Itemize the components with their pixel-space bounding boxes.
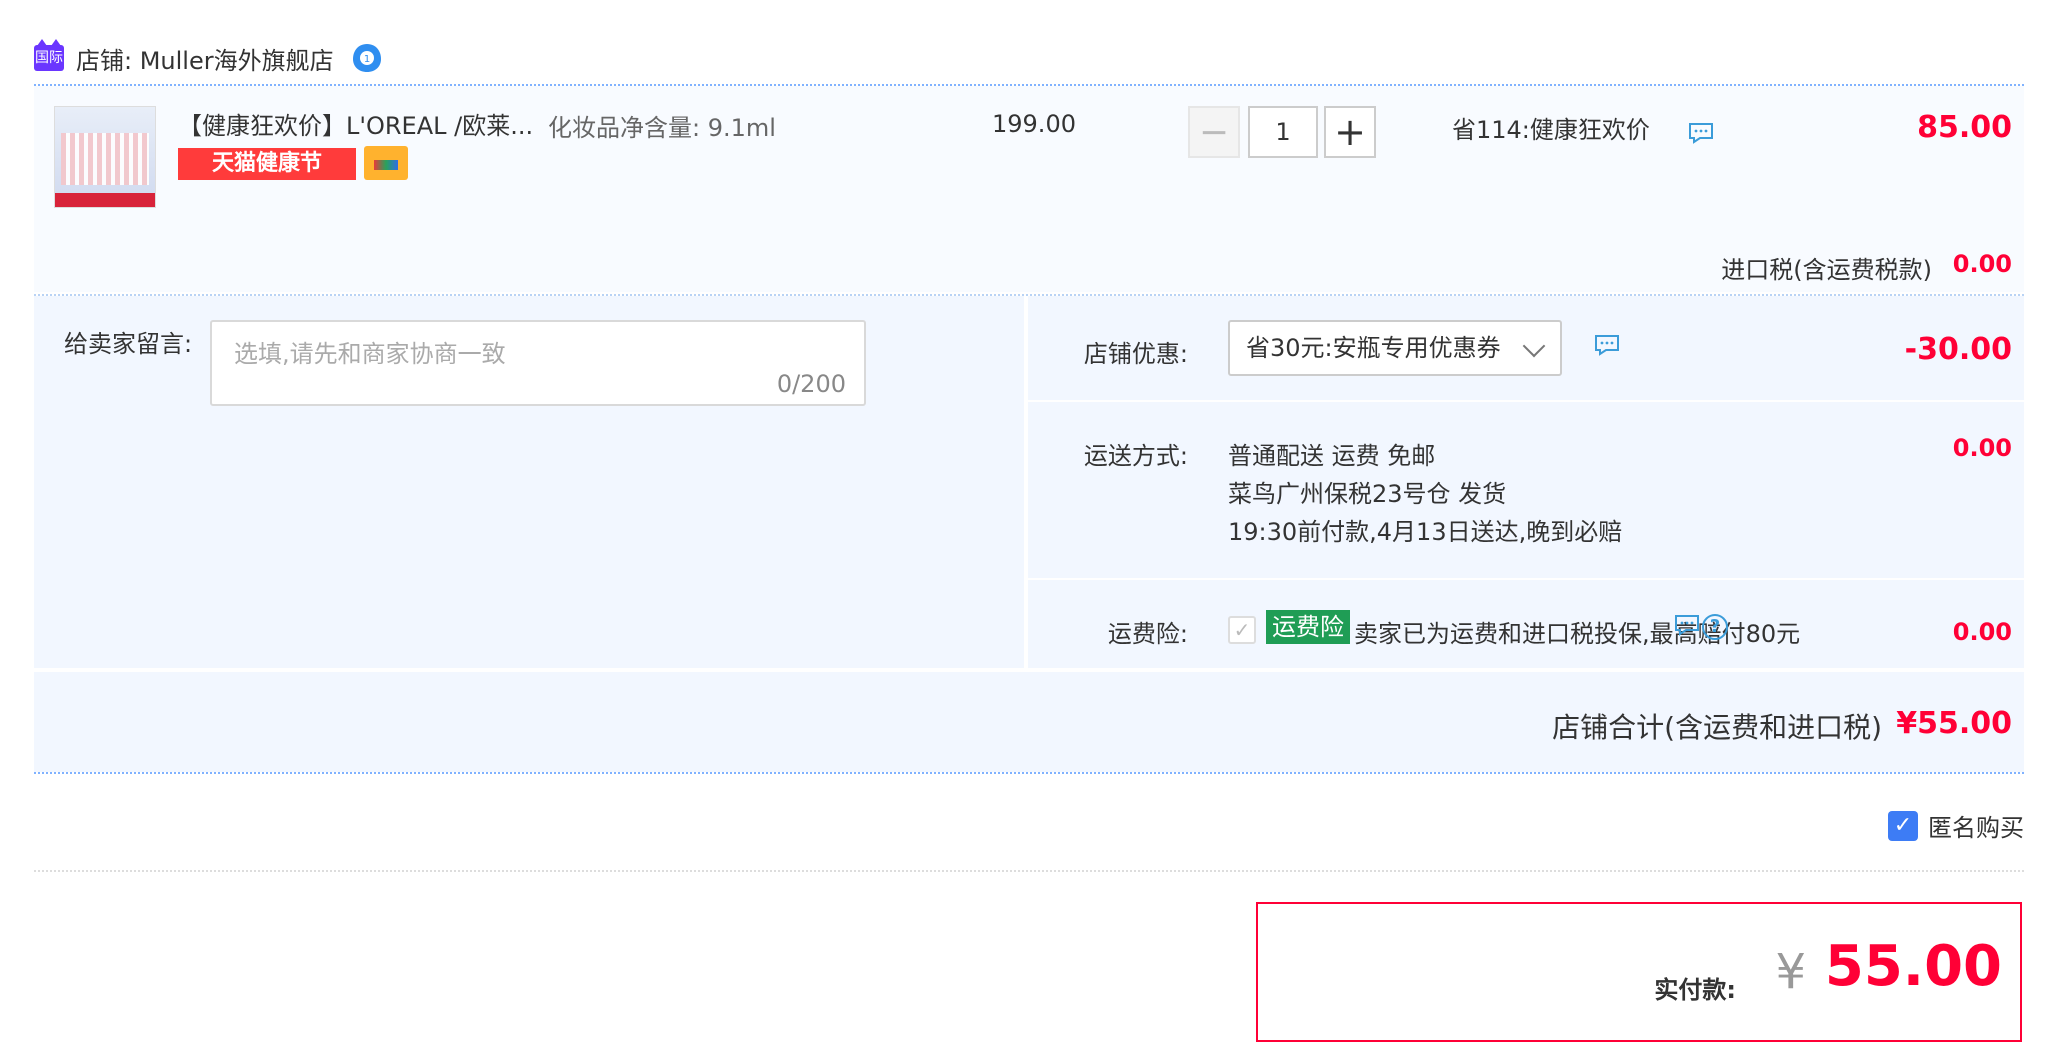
product-image-vials <box>61 133 149 185</box>
payment-label: 实付款: <box>1654 976 1736 1004</box>
promotion-message-icon[interactable] <box>1688 122 1714 144</box>
order-options-panel: 店铺优惠: 省30元:安瓶专用优惠券 -30.00 运送方式: 普通配送 运费 … <box>1024 296 2024 668</box>
quantity-increase-button[interactable]: + <box>1324 106 1376 158</box>
seller-message-placeholder: 选填,请先和商家协商一致 <box>234 340 506 368</box>
shipping-label: 运送方式: <box>1083 442 1188 470</box>
shop-total-label: 店铺合计(含运费和进口税) <box>1552 711 1882 744</box>
quantity-decrease-button[interactable]: − <box>1188 106 1240 158</box>
credit-card-icon <box>364 146 408 180</box>
shop-total-row: 店铺合计(含运费和进口税) ¥55.00 <box>34 672 2024 772</box>
shop-total-divider <box>34 772 2024 774</box>
shipping-warehouse: 菜鸟广州保税23号仓 发货 <box>1228 480 1507 508</box>
chevron-down-icon <box>1522 334 1546 358</box>
coupon-label: 店铺优惠: <box>1083 340 1188 368</box>
seller-message-char-count: 0/200 <box>776 370 846 398</box>
chat-wangwang-icon[interactable]: 1 <box>350 41 384 75</box>
seller-message-label: 给卖家留言: <box>64 330 193 358</box>
product-thumbnail[interactable] <box>54 106 156 208</box>
tmall-health-festival-tag: 天猫健康节 <box>178 148 356 180</box>
payment-amount: 55.00 <box>1824 934 2002 999</box>
anonymous-purchase-option[interactable]: ✓ 匿名购买 <box>1888 808 2024 843</box>
seller-message-input[interactable]: 选填,请先和商家协商一致 0/200 <box>210 320 866 406</box>
insurance-fee-value: 0.00 <box>1952 618 2012 646</box>
import-tax-value: 0.00 <box>1952 250 2012 278</box>
coupon-selected-value: 省30元:安瓶专用优惠券 <box>1246 334 1501 362</box>
coupon-select[interactable]: 省30元:安瓶专用优惠券 <box>1228 320 1562 376</box>
product-row: 【健康狂欢价】L'OREAL /欧莱... 化妆品净含量: 9.1ml 天猫健康… <box>34 86 2024 292</box>
shop-name[interactable]: 店铺: Muller海外旗舰店 <box>76 41 334 76</box>
international-badge-icon: 国际 <box>34 39 64 71</box>
shop-header: 国际 店铺: Muller海外旗舰店 1 <box>34 39 384 76</box>
insurance-message-icon[interactable] <box>1674 614 1700 636</box>
unit-price: 199.00 <box>992 110 1076 138</box>
coupon-message-icon[interactable] <box>1594 334 1620 356</box>
insurance-label: 运费险: <box>1107 620 1188 648</box>
product-title[interactable]: 【健康狂欢价】L'OREAL /欧莱... <box>178 106 533 141</box>
insurance-description: 卖家已为运费和进口税投保,最高赔付80元 <box>1354 620 1801 648</box>
payment-summary-box: 实付款: ¥ 55.00 <box>1256 902 2022 1042</box>
help-icon[interactable]: ? <box>1702 614 1728 640</box>
product-image-band <box>55 193 155 207</box>
shipping-divider <box>1028 578 2024 580</box>
coupon-divider <box>1028 400 2024 402</box>
insurance-icons: ? <box>1674 614 1728 640</box>
coupon-discount-value: -30.00 <box>1904 332 2012 367</box>
anonymous-purchase-label: 匿名购买 <box>1928 814 2024 842</box>
order-detail-panel: 给卖家留言: 选填,请先和商家协商一致 0/200 店铺优惠: 省30元:安瓶专… <box>34 296 2024 668</box>
product-spec: 化妆品净含量: 9.1ml <box>548 114 776 142</box>
promotion-text: 省114:健康狂欢价 <box>1452 116 1650 144</box>
options-divider <box>34 870 2024 872</box>
shop-total-value: ¥55.00 <box>1896 706 2012 741</box>
shipping-fee-value: 0.00 <box>1952 434 2012 462</box>
svg-text:1: 1 <box>363 54 369 65</box>
import-tax-label: 进口税(含运费税款) <box>1721 256 1932 284</box>
quantity-input[interactable]: 1 <box>1248 106 1318 158</box>
shipping-method: 普通配送 运费 免邮 <box>1228 442 1436 470</box>
insurance-checkbox[interactable]: ✓ <box>1228 616 1256 644</box>
item-total-price: 85.00 <box>1917 110 2012 145</box>
insurance-badge: 运费险 <box>1266 610 1350 644</box>
shipping-delivery-promise: 19:30前付款,4月13日送达,晚到必赔 <box>1228 518 1623 546</box>
payment-currency-symbol: ¥ <box>1775 944 1806 1000</box>
anonymous-purchase-checkbox[interactable]: ✓ <box>1888 810 1918 841</box>
